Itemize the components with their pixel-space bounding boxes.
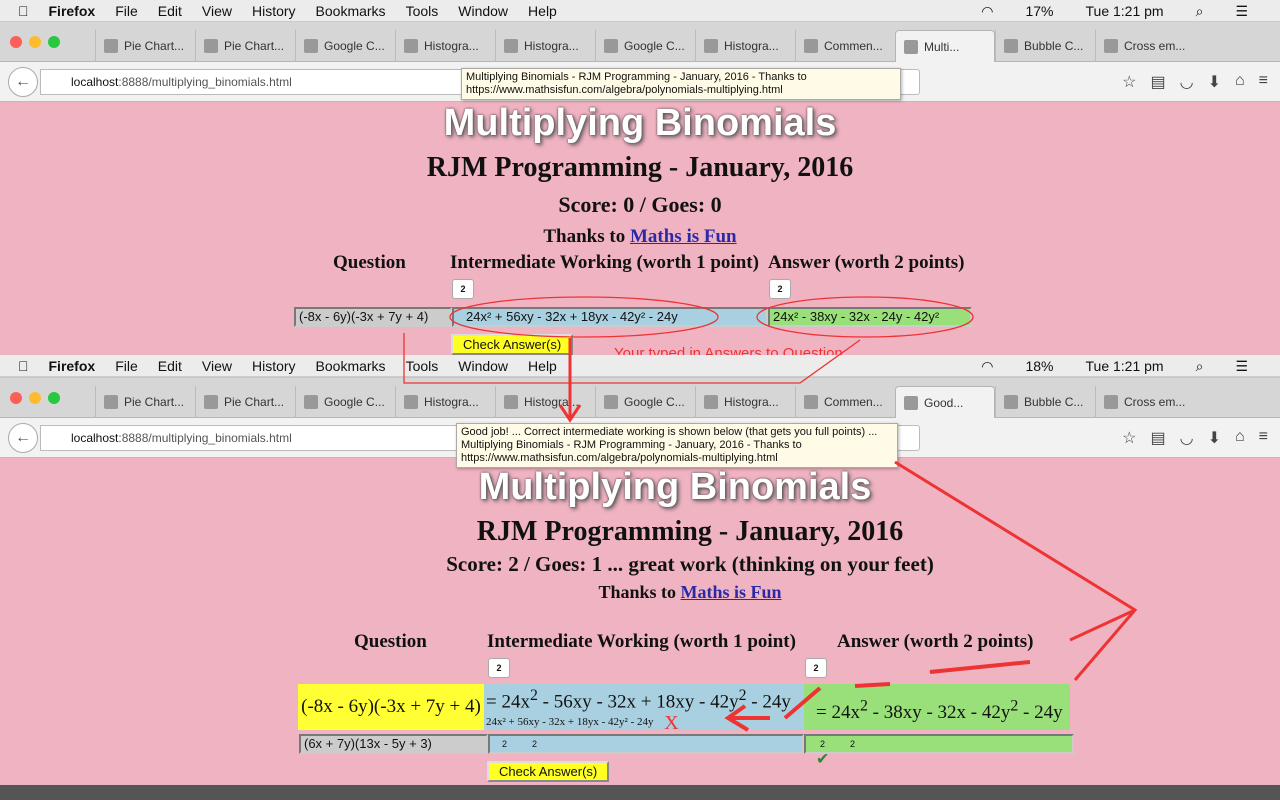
annotation-ellipse bbox=[756, 296, 974, 338]
annotation-arrow bbox=[894, 460, 1138, 681]
annotation-stroke bbox=[783, 686, 822, 720]
annotation-stroke bbox=[854, 682, 891, 688]
annotation-line bbox=[403, 333, 861, 384]
annotation-overlay bbox=[403, 296, 1138, 732]
annotation-arrow bbox=[1069, 608, 1136, 642]
annotation-stroke bbox=[929, 660, 1031, 674]
dock bbox=[0, 785, 1280, 800]
annotation-ellipse bbox=[449, 296, 719, 338]
